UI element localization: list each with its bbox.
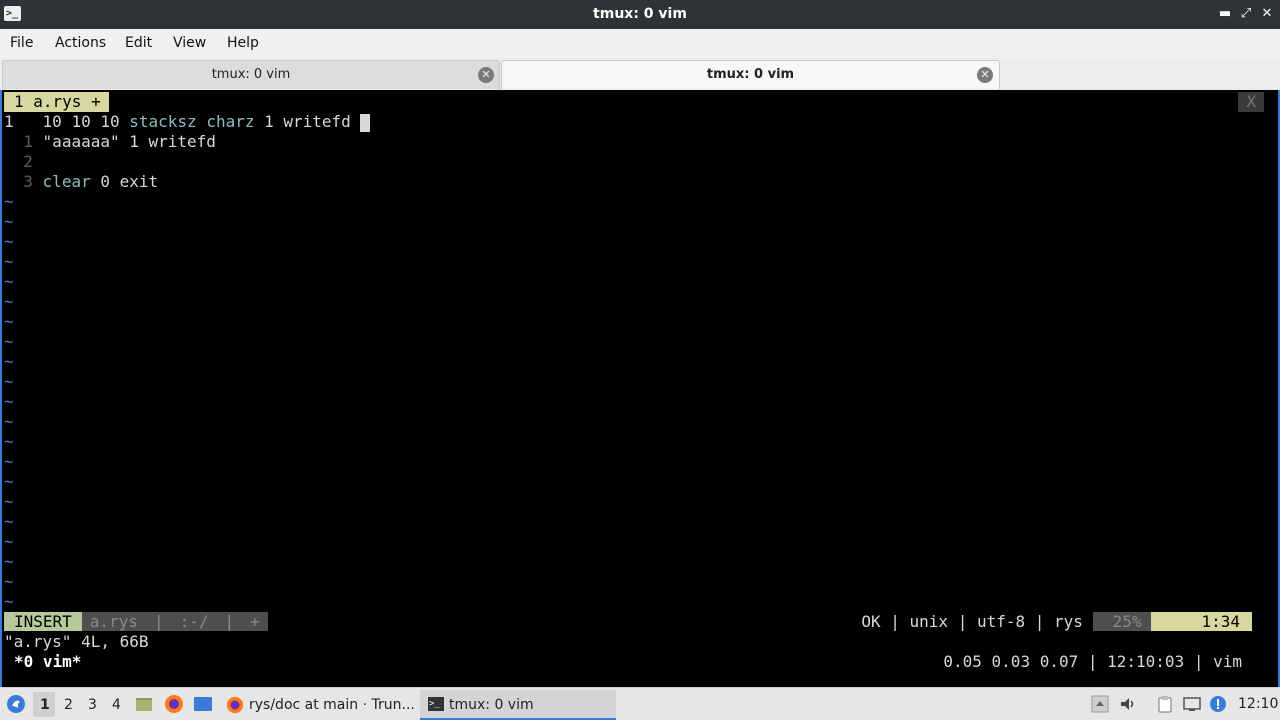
menu-actions[interactable]: Actions [55, 35, 106, 51]
task-firefox[interactable]: rys/doc at main · Trun... [220, 690, 418, 720]
tab-2-label: tmux: 0 vim [706, 67, 795, 82]
notification-icon[interactable] [1209, 695, 1227, 713]
code-keyword: clear [42, 172, 91, 191]
empty-line-tilde: ~ [4, 272, 14, 291]
tab-2-close-icon[interactable]: ✕ [977, 67, 993, 83]
status-modified: + [242, 612, 268, 631]
tab-1[interactable]: tmux: 0 vim ✕ [2, 60, 500, 89]
task-firefox-label: rys/doc at main · Trun... [249, 697, 415, 713]
close-button[interactable]: ✕ [1258, 5, 1276, 23]
empty-line-tilde: ~ [4, 212, 14, 231]
desktop-4[interactable]: 4 [112, 697, 121, 713]
maximize-button[interactable]: ⤢ [1237, 5, 1255, 23]
terminal-icon: >_ [428, 697, 444, 711]
vim-statusline-right: OK | unix | utf-8 | rys 25% 1:34 [861, 612, 1252, 632]
start-menu-icon[interactable] [6, 694, 26, 714]
code-text: 0 exit [90, 172, 159, 191]
empty-line-tilde: ~ [4, 232, 14, 251]
status-separator: | [216, 612, 243, 631]
code-line-1: 1 10 10 10 stacksz charz 1 writefd [4, 112, 371, 132]
empty-line-tilde: ~ [4, 572, 14, 591]
taskbar: 1 2 3 4 rys/doc at main · Trun... >_ tmu… [0, 687, 1280, 720]
tab-2[interactable]: tmux: 0 vim ✕ [501, 60, 1000, 89]
empty-line-tilde: ~ [4, 392, 14, 411]
menu-bar: File Actions Edit View Help [0, 29, 1280, 58]
empty-line-tilde: ~ [4, 532, 14, 551]
tmux-window-label[interactable]: *0 vim* [14, 652, 81, 672]
clock[interactable]: 12:10 [1238, 696, 1278, 712]
code-line-2: 1 "aaaaaa" 1 writefd [4, 132, 216, 152]
status-separator: | [145, 612, 172, 631]
code-line-4: 3 clear 0 exit [4, 172, 158, 192]
empty-line-tilde: ~ [4, 492, 14, 511]
empty-line-tilde: ~ [4, 252, 14, 271]
status-cursor-position: 1:34 [1151, 612, 1252, 631]
vim-statusline-left: INSERT a.rys |:-/| + [4, 612, 268, 632]
minimize-button[interactable]: ▬ [1216, 5, 1234, 23]
menu-file[interactable]: File [10, 35, 33, 51]
desktop-3[interactable]: 3 [88, 697, 97, 713]
code-text: 1 writefd [254, 112, 351, 131]
desktop-2[interactable]: 2 [64, 697, 73, 713]
vim-message-line: "a.rys" 4L, 66B [4, 632, 149, 651]
code-keyword: stacksz charz [129, 112, 255, 131]
volume-icon[interactable] [1119, 695, 1137, 713]
show-desktop-icon[interactable] [193, 694, 213, 714]
empty-line-tilde: ~ [4, 372, 14, 391]
text-cursor [360, 113, 371, 132]
firefox-icon [226, 696, 244, 714]
status-directory: :-/ [171, 612, 217, 631]
code-text: 10 10 10 [42, 112, 130, 131]
file-manager-icon[interactable] [134, 694, 154, 714]
desktop-1[interactable]: 1 [40, 697, 50, 713]
status-percent: 25% [1092, 612, 1152, 631]
tray-expand-icon[interactable] [1091, 695, 1109, 713]
code-string: "aaaaaa" [42, 132, 120, 151]
vim-tabline-active[interactable]: 1 a.rys + [4, 92, 109, 112]
empty-line-tilde: ~ [4, 352, 14, 371]
line-number: 2 [23, 152, 33, 171]
line-number: 1 [23, 132, 33, 151]
empty-line-tilde: ~ [4, 432, 14, 451]
empty-line-tilde: ~ [4, 552, 14, 571]
tab-1-close-icon[interactable]: ✕ [478, 67, 494, 83]
window-titlebar: >_ tmux: 0 vim ▬ ⤢ ✕ [0, 0, 1280, 29]
menu-view[interactable]: View [173, 35, 206, 51]
terminal-area[interactable]: 1 a.rys + X 1 10 10 10 stacksz charz 1 w… [0, 90, 1280, 687]
empty-line-tilde: ~ [4, 312, 14, 331]
status-filename: a.rys [81, 612, 146, 631]
code-text: 1 writefd [119, 132, 216, 151]
empty-line-tilde: ~ [4, 592, 14, 611]
network-icon[interactable] [1183, 695, 1201, 713]
vim-tabline-close[interactable]: X [1238, 92, 1264, 112]
empty-line-tilde: ~ [4, 472, 14, 491]
code-line-3: 2 [4, 152, 33, 172]
empty-line-tilde: ~ [4, 192, 14, 211]
tmux-status-right: 0.05 0.03 0.07 | 12:10:03 | vim [943, 652, 1242, 671]
empty-line-tilde: ~ [4, 512, 14, 531]
empty-line-tilde: ~ [4, 452, 14, 471]
empty-line-tilde: ~ [4, 412, 14, 431]
clipboard-icon[interactable] [1156, 695, 1174, 713]
tab-bar: tmux: 0 vim ✕ tmux: 0 vim ✕ [0, 58, 1280, 90]
vim-mode-indicator: INSERT [4, 612, 82, 631]
firefox-icon[interactable] [164, 694, 184, 714]
window-title: tmux: 0 vim [593, 6, 687, 22]
tab-1-label: tmux: 0 vim [211, 67, 291, 82]
empty-line-tilde: ~ [4, 332, 14, 351]
task-terminal[interactable]: >_ tmux: 0 vim [420, 690, 616, 720]
task-terminal-label: tmux: 0 vim [449, 697, 534, 713]
line-number: 1 [4, 112, 14, 131]
line-number: 3 [23, 172, 33, 191]
status-file-info: OK | unix | utf-8 | rys [861, 612, 1083, 631]
menu-edit[interactable]: Edit [125, 35, 152, 51]
menu-help[interactable]: Help [227, 35, 259, 51]
empty-line-tilde: ~ [4, 292, 14, 311]
